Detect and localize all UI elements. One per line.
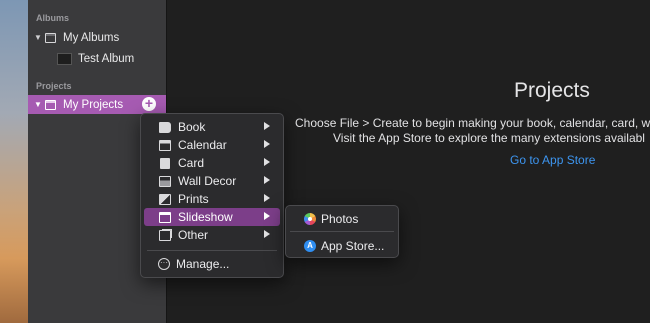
submenu-arrow-icon bbox=[264, 176, 270, 184]
menu-item-book[interactable]: Book bbox=[144, 118, 280, 136]
book-icon bbox=[159, 121, 171, 133]
submenu-arrow-icon bbox=[264, 212, 270, 220]
submenu-arrow-icon bbox=[264, 158, 270, 166]
submenu-item-app-store[interactable]: A App Store... bbox=[289, 236, 395, 255]
menu-item-prints[interactable]: Prints bbox=[144, 190, 280, 208]
desktop-wallpaper bbox=[0, 0, 28, 323]
submenu-item-label: Photos bbox=[321, 211, 359, 226]
submenu-arrow-icon bbox=[264, 230, 270, 238]
submenu-item-label: App Store... bbox=[321, 238, 385, 253]
menu-separator bbox=[290, 231, 394, 232]
menu-item-slideshow[interactable]: Slideshow bbox=[144, 208, 280, 226]
submenu-item-photos[interactable]: Photos bbox=[289, 209, 395, 228]
sidebar-item-test-album[interactable]: Test Album bbox=[28, 49, 166, 68]
disclosure-triangle-icon[interactable]: ▼ bbox=[34, 33, 42, 42]
app-store-hint-text: Visit the App Store to explore the many … bbox=[333, 131, 645, 145]
menu-item-manage[interactable]: ··· Manage... bbox=[144, 255, 280, 273]
menu-item-label: Manage... bbox=[176, 257, 230, 271]
disclosure-triangle-icon[interactable]: ▼ bbox=[34, 100, 42, 109]
menu-item-label: Book bbox=[178, 120, 206, 134]
menu-item-label: Prints bbox=[178, 192, 209, 206]
instructions-text: Choose File > Create to begin making you… bbox=[295, 116, 650, 130]
submenu-arrow-icon bbox=[264, 194, 270, 202]
page-title: Projects bbox=[514, 79, 590, 102]
sidebar-item-label: My Projects bbox=[63, 98, 124, 111]
add-project-button[interactable]: + bbox=[142, 96, 156, 111]
folder-icon bbox=[45, 99, 56, 110]
folder-icon bbox=[45, 32, 56, 43]
ellipsis-circle-icon: ··· bbox=[158, 258, 170, 270]
sidebar-item-label: My Albums bbox=[63, 31, 120, 44]
card-icon bbox=[160, 157, 170, 169]
sidebar-item-my-projects[interactable]: ▼ My Projects + bbox=[28, 95, 166, 114]
menu-item-card[interactable]: Card bbox=[144, 154, 280, 172]
submenu-arrow-icon bbox=[264, 122, 270, 130]
menu-separator bbox=[147, 250, 277, 251]
sidebar-item-my-albums[interactable]: ▼ My Albums bbox=[28, 28, 166, 47]
slideshow-submenu: Photos A App Store... bbox=[285, 205, 399, 258]
album-thumbnail-icon bbox=[57, 52, 72, 65]
slideshow-icon bbox=[159, 211, 171, 223]
submenu-arrow-icon bbox=[264, 140, 270, 148]
albums-section-header: Albums bbox=[36, 13, 70, 23]
menu-item-label: Calendar bbox=[178, 138, 227, 152]
menu-item-label: Slideshow bbox=[178, 210, 233, 224]
menu-item-calendar[interactable]: Calendar bbox=[144, 136, 280, 154]
menu-item-label: Card bbox=[178, 156, 205, 170]
menu-item-label: Other bbox=[178, 228, 209, 242]
wall-decor-icon bbox=[159, 175, 171, 187]
menu-item-other[interactable]: Other bbox=[144, 226, 280, 244]
calendar-icon bbox=[159, 139, 171, 151]
prints-icon bbox=[159, 193, 171, 205]
other-icon bbox=[159, 229, 171, 241]
sidebar-item-label: Test Album bbox=[78, 52, 135, 65]
projects-section-header: Projects bbox=[36, 81, 72, 91]
create-context-menu: Book Calendar Card Wall Decor Prints Sli… bbox=[140, 113, 284, 278]
menu-item-label: Wall Decor bbox=[178, 174, 237, 188]
app-store-icon: A bbox=[304, 239, 316, 252]
menu-item-wall-decor[interactable]: Wall Decor bbox=[144, 172, 280, 190]
go-to-app-store-link[interactable]: Go to App Store bbox=[510, 153, 595, 167]
photos-icon bbox=[304, 212, 316, 225]
